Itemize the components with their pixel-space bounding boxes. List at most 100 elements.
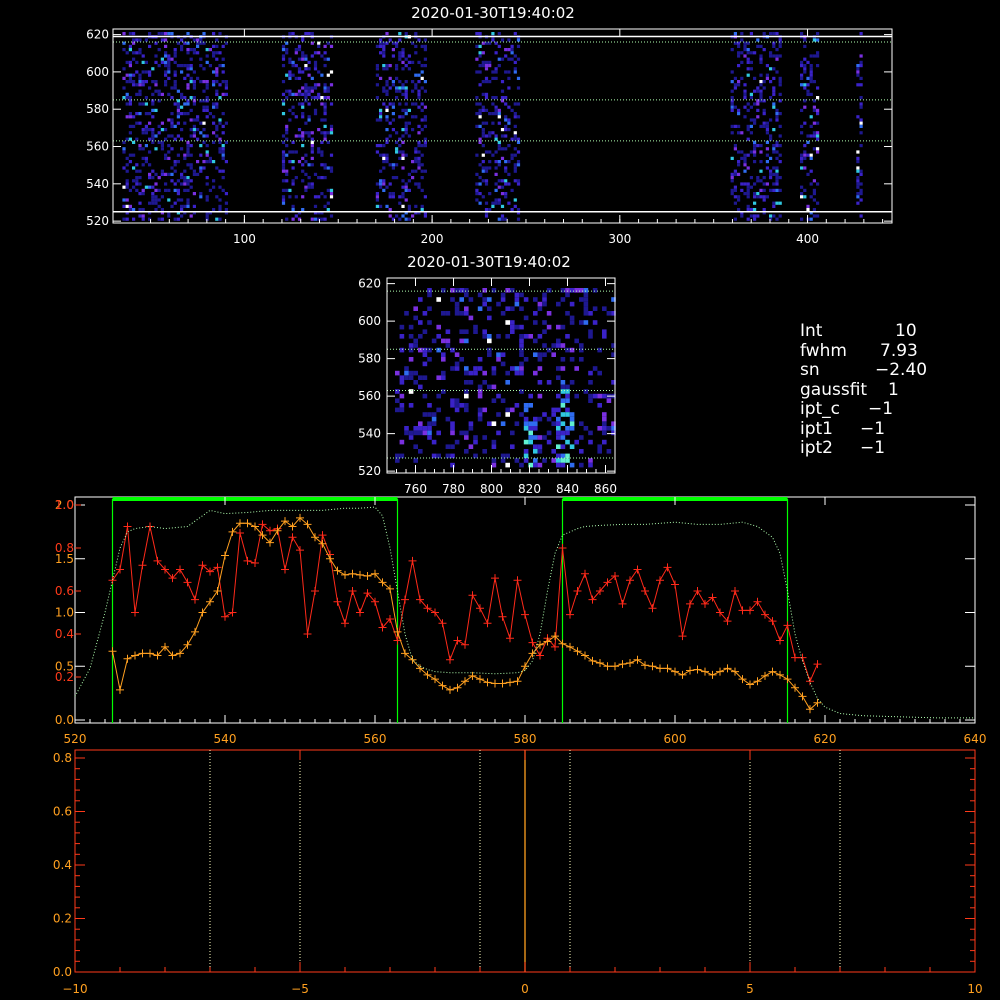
heatmap-pixel [504, 179, 508, 183]
heatmap-pixel [778, 134, 782, 138]
heatmap-pixel [762, 80, 766, 84]
heatmap-pixel [481, 179, 485, 183]
red-series-marker [318, 531, 327, 540]
heatmap-pixel [488, 134, 492, 138]
heatmap-pixel [772, 144, 776, 148]
heatmap-pixel [183, 96, 187, 100]
heatmap-pixel [170, 166, 174, 170]
heatmap-pixel [212, 115, 216, 119]
heatmap-pixel [307, 131, 311, 135]
heatmap-pixel [291, 92, 295, 96]
heatmap-pixel [224, 192, 228, 196]
heatmap-pixel [379, 44, 383, 48]
red-series-marker [453, 636, 462, 645]
heatmap-pixel [408, 430, 414, 436]
heatmap-pixel [196, 118, 200, 122]
heatmap-pixel [420, 163, 424, 167]
heatmap-pixel [192, 83, 196, 87]
heatmap-pixel [205, 96, 209, 100]
heatmap-pixel [533, 338, 538, 344]
heatmap-pixel [294, 76, 298, 80]
heatmap-pixel [473, 370, 478, 376]
heatmap-pixel [588, 380, 593, 385]
heatmap-pixel [765, 76, 769, 80]
heatmap-pixel [513, 102, 517, 106]
heatmap-pixel [762, 48, 766, 52]
heatmap-pixel [730, 102, 734, 106]
heatmap-pixel [759, 92, 763, 96]
heatmap-pixel [151, 176, 155, 180]
heatmap-pixel [170, 147, 174, 151]
heatmap-pixel [414, 83, 418, 87]
heatmap-pixel [212, 105, 216, 109]
heatmap-pixel [482, 329, 487, 334]
heatmap-pixel [391, 83, 395, 87]
heatmap-pixel [516, 217, 521, 221]
heatmap-pixel [816, 201, 820, 205]
heatmap-pixel [160, 121, 164, 125]
heatmap-pixel [310, 76, 314, 80]
heatmap-pixel [730, 89, 734, 93]
heatmap-pixel [478, 108, 482, 112]
heatmap-pixel [313, 83, 318, 87]
heatmap-pixel [215, 80, 219, 84]
heatmap-pixel [423, 137, 427, 141]
heatmap-pixel [606, 398, 612, 403]
heatmap-pixel [597, 403, 602, 408]
info-panel: Int 10 fwhm 7.93 sn −2.40 gaussfit 1 ipt_c −1… [800, 321, 990, 459]
heatmap-pixel [523, 403, 529, 408]
heatmap-pixel [765, 124, 769, 128]
heatmap-pixel [484, 208, 489, 212]
info-value: 7.93 [880, 340, 918, 361]
heatmap-pixel [199, 121, 203, 125]
heatmap-pixel [583, 389, 589, 394]
heatmap-pixel [404, 89, 408, 93]
heatmap-pixel [128, 102, 132, 106]
heatmap-pixel [388, 64, 392, 68]
heatmap-pixel [743, 160, 747, 164]
heatmap-pixel [189, 76, 193, 80]
heatmap-pixel [138, 92, 142, 96]
heatmap-pixel [733, 185, 737, 189]
heatmap-pixel [816, 134, 820, 138]
x-tick-label: 800 [480, 482, 503, 496]
heatmap-pixel [746, 51, 750, 55]
heatmap-pixel [148, 112, 152, 116]
heatmap-pixel [224, 208, 228, 212]
heatmap-pixel [560, 384, 566, 390]
heatmap-pixel [772, 102, 776, 106]
heatmap-pixel [173, 60, 177, 64]
heatmap-pixel [733, 83, 737, 87]
heatmap-pixel [740, 182, 744, 186]
heatmap-pixel [180, 204, 184, 208]
heatmap-pixel [579, 347, 584, 353]
heatmap-pixel [401, 192, 405, 196]
heatmap-pixel [427, 288, 432, 293]
heatmap-pixel [497, 64, 501, 68]
heatmap-pixel [753, 214, 757, 218]
heatmap-pixel [514, 421, 520, 426]
heatmap-pixel [301, 86, 305, 90]
heatmap-pixel [404, 124, 408, 128]
heatmap-pixel [496, 357, 501, 362]
y-tick-label: 620 [358, 277, 381, 291]
heatmap-pixel [583, 311, 589, 316]
heatmap-pixel [519, 389, 524, 394]
heatmap-pixel [186, 73, 190, 77]
heatmap-pixel [414, 160, 418, 164]
heatmap-pixel [497, 163, 501, 167]
heatmap-pixel [224, 92, 228, 96]
heatmap-pixel [196, 44, 200, 48]
heatmap-pixel [494, 198, 498, 202]
heatmap-pixel [494, 201, 498, 205]
heatmap-pixel [551, 352, 556, 357]
heatmap-pixel [144, 185, 148, 189]
heatmap-pixel [533, 462, 538, 468]
heatmap-pixel [510, 208, 514, 212]
heatmap-pixel [173, 54, 177, 58]
heatmap-pixel [199, 57, 203, 61]
heatmap-pixel [427, 357, 432, 362]
heatmap-pixel [510, 320, 515, 325]
heatmap-pixel [560, 421, 566, 426]
heatmap-pixel [192, 169, 196, 173]
